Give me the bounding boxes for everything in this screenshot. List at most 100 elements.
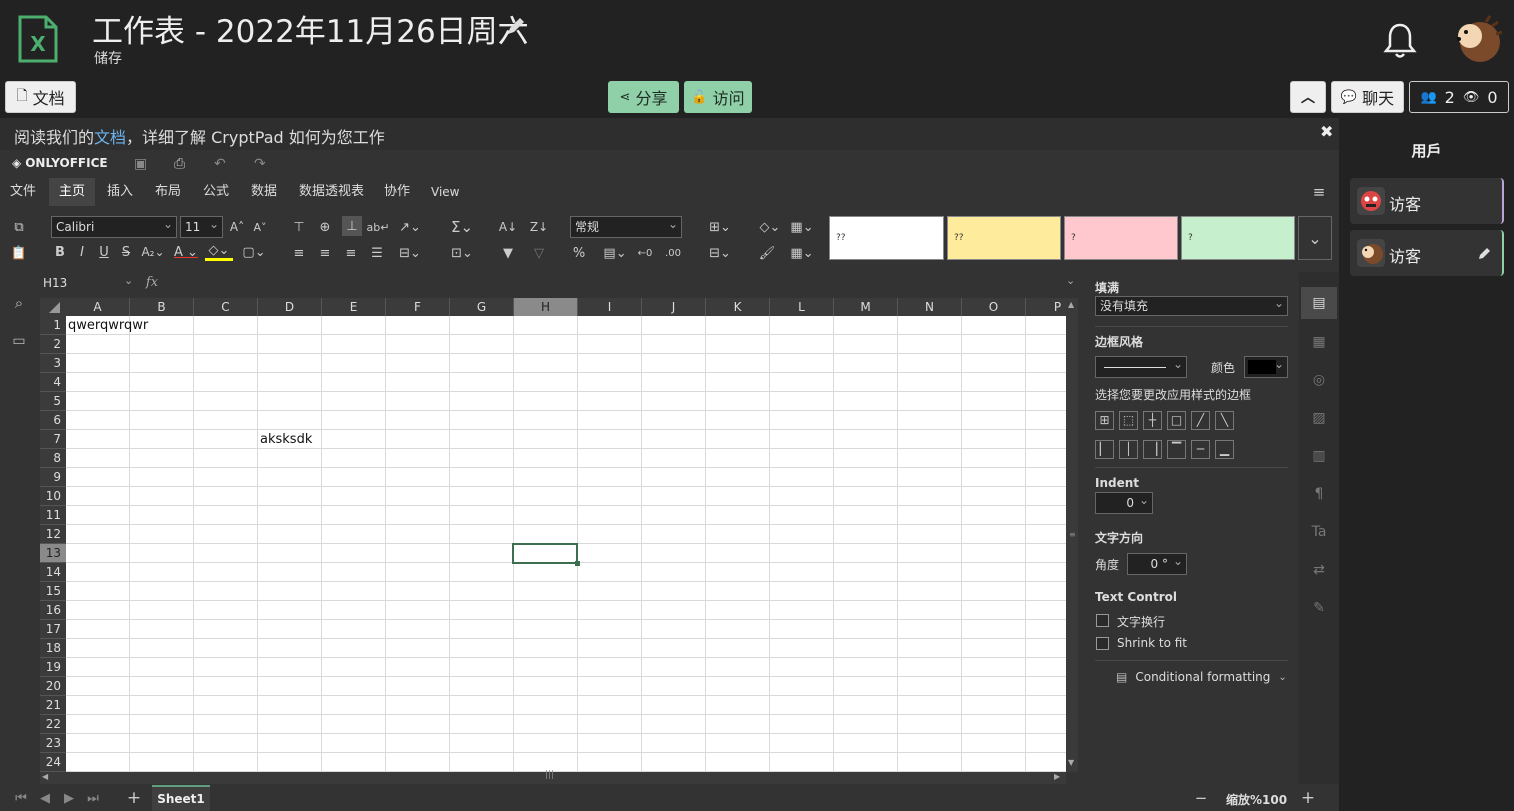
notification-bell-icon[interactable] [1383, 22, 1417, 60]
tab-file[interactable]: 文件 [0, 178, 46, 206]
column-header-l[interactable]: L [770, 298, 834, 316]
users-toggle-button[interactable]: 👥 2 👁 0 [1409, 81, 1509, 113]
right-border-icon[interactable]: ▕ [1143, 440, 1162, 459]
insert-cells-icon[interactable]: ⊞⌄ [706, 218, 734, 236]
vertical-scrollbar[interactable]: ▲ ≡ ▼ [1066, 298, 1078, 772]
cell-style-normal[interactable]: ?? [829, 216, 944, 260]
cell-settings-tab[interactable]: ▤ [1301, 287, 1337, 319]
filter-icon[interactable]: ▼ [498, 244, 518, 262]
close-icon[interactable]: ✖ [1320, 122, 1333, 141]
select-all-corner[interactable] [40, 298, 66, 316]
expand-formula-icon[interactable]: ⌄ [1066, 274, 1075, 287]
row-header-2[interactable]: 2 [40, 335, 66, 354]
formula-input[interactable] [162, 273, 1078, 293]
row-header-11[interactable]: 11 [40, 506, 66, 525]
conditional-format-icon[interactable]: ▦⌄ [788, 218, 816, 236]
collapse-toolbar-button[interactable]: ︿ [1290, 81, 1326, 113]
strikethrough-icon[interactable]: S [118, 243, 134, 261]
tab-data[interactable]: 数据 [241, 178, 287, 206]
column-header-j[interactable]: J [642, 298, 706, 316]
zoom-out-icon[interactable]: − [1194, 789, 1208, 807]
column-header-i[interactable]: I [578, 298, 642, 316]
format-as-table-icon[interactable]: ▦⌄ [788, 244, 816, 262]
comments-icon[interactable]: ▭ [10, 332, 28, 350]
top-border-icon[interactable]: ▔ [1167, 440, 1186, 459]
align-left-icon[interactable]: ≡ [290, 244, 308, 262]
row-header-8[interactable]: 8 [40, 449, 66, 468]
next-sheet-icon[interactable]: ▶ [62, 790, 76, 806]
add-sheet-icon[interactable]: + [126, 788, 142, 808]
zoom-in-icon[interactable]: + [1300, 788, 1316, 808]
document-title[interactable]: 工作表 - 2022年11月26日周六 [92, 6, 529, 51]
fill-select[interactable]: 没有填充 [1095, 294, 1288, 316]
sum-icon[interactable]: Σ⌄ [448, 218, 476, 236]
percent-icon[interactable]: % [570, 244, 588, 262]
delete-cells-icon[interactable]: ⊟⌄ [706, 244, 734, 262]
row-header-12[interactable]: 12 [40, 525, 66, 544]
cell-style-bad[interactable]: ? [1064, 216, 1178, 260]
scroll-left-icon[interactable]: ◀ [42, 772, 48, 781]
cell-style-good[interactable]: ? [1181, 216, 1295, 260]
column-header-a[interactable]: A [66, 298, 130, 316]
row-header-6[interactable]: 6 [40, 411, 66, 430]
spreadsheet-grid[interactable]: ABCDEFGHIJKLMNOP 1 2 3 4 5 6 7 8 9 10 11 12 13 14 15 16… [40, 298, 1066, 772]
sort-descending-icon[interactable]: Z↓ [529, 218, 549, 236]
scroll-down-icon[interactable]: ▼ [1068, 758, 1074, 767]
row-header-1[interactable]: 1 [40, 316, 66, 335]
increase-font-icon[interactable]: A˄ [228, 218, 246, 236]
chevron-down-icon[interactable]: ⌄ [1298, 216, 1332, 260]
prev-sheet-icon[interactable]: ◀ [38, 790, 52, 806]
column-header-d[interactable]: D [258, 298, 322, 316]
row-header-10[interactable]: 10 [40, 487, 66, 506]
docs-button[interactable]: 🗋 文档 [5, 81, 76, 113]
shrink-to-fit-checkbox[interactable] [1096, 637, 1109, 650]
fill-handle[interactable] [575, 561, 580, 566]
copy-icon[interactable]: ⧉ [10, 218, 28, 236]
access-button[interactable]: 🔓 访问 [684, 81, 752, 113]
cell-d7[interactable]: aksksdk [260, 432, 312, 447]
cell-a1[interactable]: qwerqwrqwr [68, 318, 148, 333]
text-art-settings-icon[interactable]: Ta [1311, 524, 1327, 540]
column-header-b[interactable]: B [130, 298, 194, 316]
save-icon[interactable]: ▣ [134, 156, 150, 172]
cell-style-neutral[interactable]: ?? [947, 216, 1061, 260]
row-header-16[interactable]: 16 [40, 601, 66, 620]
indent-input[interactable]: 0 [1095, 490, 1153, 514]
user-avatar[interactable] [1450, 14, 1502, 66]
column-header-e[interactable]: E [322, 298, 386, 316]
subscript-icon[interactable]: A₂⌄ [140, 243, 166, 261]
outer-border-icon[interactable]: □ [1167, 411, 1186, 430]
search-icon[interactable]: ⌕ [10, 294, 28, 312]
column-header-n[interactable]: N [898, 298, 962, 316]
selected-cell-h13[interactable] [512, 543, 580, 566]
paste-icon[interactable]: 📋 [10, 244, 28, 262]
paragraph-settings-icon[interactable]: ¶ [1311, 486, 1327, 502]
wrap-text-checkbox[interactable] [1096, 614, 1109, 627]
column-header-o[interactable]: O [962, 298, 1026, 316]
copy-style-icon[interactable]: 🖌 [758, 244, 776, 262]
left-border-icon[interactable]: ▏ [1095, 440, 1114, 459]
row-header-20[interactable]: 20 [40, 677, 66, 696]
font-size-select[interactable]: 11 [180, 214, 223, 238]
increase-decimal-icon[interactable]: .00 [664, 244, 682, 262]
h-scroll-thumb-grip[interactable]: ||| [545, 770, 554, 780]
column-header-f[interactable]: F [386, 298, 450, 316]
all-borders-icon[interactable]: ⊞ [1095, 411, 1114, 430]
namebox-chevron-icon[interactable]: ⌄ [124, 274, 133, 287]
undo-icon[interactable]: ↶ [214, 156, 230, 172]
sort-ascending-icon[interactable]: A↓ [498, 218, 518, 236]
merge-cells-icon[interactable]: ⊟⌄ [396, 244, 424, 262]
row-header-19[interactable]: 19 [40, 658, 66, 677]
font-color-icon[interactable]: A ⌄ [172, 243, 200, 261]
pivot-settings-icon[interactable]: ⇄ [1311, 562, 1327, 578]
chart-settings-icon[interactable]: ▥ [1311, 448, 1327, 464]
inner-vertical-icon[interactable]: │ [1119, 440, 1138, 459]
named-ranges-icon[interactable]: ⊡⌄ [448, 244, 476, 262]
tab-home[interactable]: 主页 [49, 178, 96, 206]
decrease-font-icon[interactable]: A˅ [251, 218, 269, 236]
function-icon[interactable]: fx [142, 273, 162, 293]
align-top-icon[interactable]: ⊤ [290, 218, 308, 236]
tab-view[interactable]: View [421, 178, 469, 206]
tab-formula[interactable]: 公式 [193, 178, 239, 206]
align-right-icon[interactable]: ≡ [342, 244, 360, 262]
